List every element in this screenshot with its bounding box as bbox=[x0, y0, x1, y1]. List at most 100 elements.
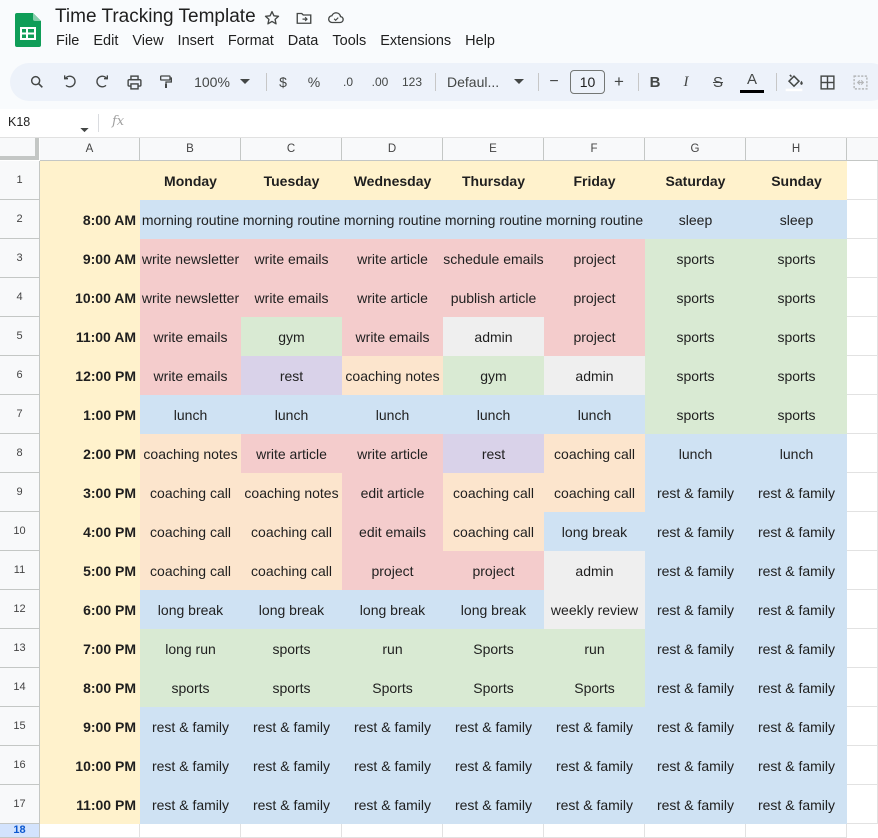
schedule-cell[interactable]: project bbox=[544, 317, 645, 356]
row-header-10[interactable]: 10 bbox=[0, 512, 40, 551]
row-header-6[interactable]: 6 bbox=[0, 356, 40, 395]
font-size-input[interactable]: 10 bbox=[570, 70, 605, 94]
schedule-cell[interactable]: write emails bbox=[241, 278, 342, 317]
menu-edit[interactable]: Edit bbox=[93, 33, 118, 49]
empty-cell[interactable] bbox=[847, 239, 878, 278]
schedule-cell[interactable]: morning routine bbox=[443, 200, 544, 239]
row-header-2[interactable]: 2 bbox=[0, 200, 40, 239]
empty-cell[interactable] bbox=[847, 512, 878, 551]
schedule-cell[interactable]: project bbox=[544, 278, 645, 317]
row-header-7[interactable]: 7 bbox=[0, 395, 40, 434]
schedule-cell[interactable]: schedule emails bbox=[443, 239, 544, 278]
undo-icon[interactable] bbox=[57, 63, 83, 101]
row-header-13[interactable]: 13 bbox=[0, 629, 40, 668]
column-header-b[interactable]: B bbox=[140, 138, 241, 161]
day-header-monday[interactable]: Monday bbox=[140, 161, 241, 200]
column-header-f[interactable]: F bbox=[544, 138, 645, 161]
schedule-cell[interactable]: rest & family bbox=[342, 746, 443, 785]
schedule-cell[interactable]: rest & family bbox=[746, 668, 847, 707]
redo-icon[interactable] bbox=[89, 63, 115, 101]
schedule-cell[interactable]: coaching notes bbox=[140, 434, 241, 473]
schedule-cell[interactable]: write emails bbox=[140, 356, 241, 395]
schedule-cell[interactable]: sports bbox=[645, 395, 746, 434]
schedule-cell[interactable]: sports bbox=[645, 278, 746, 317]
empty-cell[interactable] bbox=[241, 824, 342, 838]
schedule-cell[interactable]: long break bbox=[342, 590, 443, 629]
schedule-cell[interactable]: rest & family bbox=[746, 785, 847, 824]
schedule-cell[interactable]: Sports bbox=[443, 668, 544, 707]
formula-input[interactable] bbox=[140, 115, 860, 131]
time-cell[interactable]: 11:00 AM bbox=[40, 317, 140, 356]
strikethrough-button[interactable]: S bbox=[709, 63, 727, 101]
schedule-cell[interactable]: coaching notes bbox=[342, 356, 443, 395]
empty-cell[interactable] bbox=[847, 590, 878, 629]
time-cell[interactable]: 9:00 PM bbox=[40, 707, 140, 746]
schedule-cell[interactable]: lunch bbox=[140, 395, 241, 434]
schedule-cell[interactable]: sleep bbox=[645, 200, 746, 239]
schedule-cell[interactable]: rest & family bbox=[645, 551, 746, 590]
schedule-cell[interactable]: write article bbox=[342, 239, 443, 278]
schedule-cell[interactable]: write article bbox=[342, 278, 443, 317]
row-header-8[interactable]: 8 bbox=[0, 434, 40, 473]
row-header-11[interactable]: 11 bbox=[0, 551, 40, 590]
schedule-cell[interactable]: long break bbox=[443, 590, 544, 629]
schedule-cell[interactable]: rest & family bbox=[544, 785, 645, 824]
schedule-cell[interactable]: rest & family bbox=[746, 629, 847, 668]
schedule-cell[interactable]: write emails bbox=[140, 317, 241, 356]
schedule-cell[interactable]: rest & family bbox=[140, 746, 241, 785]
schedule-cell[interactable]: write emails bbox=[342, 317, 443, 356]
empty-cell[interactable] bbox=[847, 317, 878, 356]
menu-tools[interactable]: Tools bbox=[332, 33, 366, 49]
menu-insert[interactable]: Insert bbox=[178, 33, 214, 49]
row-header-15[interactable]: 15 bbox=[0, 707, 40, 746]
schedule-cell[interactable]: sports bbox=[746, 317, 847, 356]
cell-a1[interactable] bbox=[40, 161, 140, 200]
schedule-cell[interactable]: Sports bbox=[342, 668, 443, 707]
empty-cell[interactable] bbox=[847, 278, 878, 317]
schedule-cell[interactable]: write article bbox=[342, 434, 443, 473]
schedule-cell[interactable]: rest & family bbox=[645, 512, 746, 551]
schedule-cell[interactable]: lunch bbox=[443, 395, 544, 434]
schedule-cell[interactable]: admin bbox=[544, 356, 645, 395]
time-cell[interactable]: 3:00 PM bbox=[40, 473, 140, 512]
menu-format[interactable]: Format bbox=[228, 33, 274, 49]
schedule-cell[interactable]: rest & family bbox=[746, 746, 847, 785]
schedule-cell[interactable]: rest & family bbox=[645, 785, 746, 824]
schedule-cell[interactable]: project bbox=[544, 239, 645, 278]
name-box-dropdown-icon[interactable] bbox=[80, 120, 89, 138]
schedule-cell[interactable]: rest bbox=[443, 434, 544, 473]
sheets-logo-icon[interactable] bbox=[15, 13, 41, 47]
decrease-decimal-button[interactable]: .0 bbox=[335, 63, 361, 101]
schedule-cell[interactable]: rest bbox=[241, 356, 342, 395]
day-header-friday[interactable]: Friday bbox=[544, 161, 645, 200]
schedule-cell[interactable]: morning routine bbox=[544, 200, 645, 239]
schedule-cell[interactable]: edit emails bbox=[342, 512, 443, 551]
day-header-saturday[interactable]: Saturday bbox=[645, 161, 746, 200]
schedule-cell[interactable]: write article bbox=[241, 434, 342, 473]
empty-cell[interactable] bbox=[342, 824, 443, 838]
print-icon[interactable] bbox=[121, 63, 147, 101]
empty-cell[interactable] bbox=[544, 824, 645, 838]
schedule-cell[interactable]: rest & family bbox=[544, 746, 645, 785]
increase-decimal-button[interactable]: .00 bbox=[367, 63, 393, 101]
time-cell[interactable]: 2:00 PM bbox=[40, 434, 140, 473]
schedule-cell[interactable]: admin bbox=[443, 317, 544, 356]
schedule-cell[interactable]: sleep bbox=[746, 200, 847, 239]
schedule-cell[interactable]: rest & family bbox=[342, 707, 443, 746]
schedule-cell[interactable]: lunch bbox=[342, 395, 443, 434]
zoom-select[interactable]: 100% bbox=[188, 63, 236, 101]
empty-cell[interactable] bbox=[847, 200, 878, 239]
time-cell[interactable]: 12:00 PM bbox=[40, 356, 140, 395]
borders-icon[interactable] bbox=[815, 63, 839, 101]
empty-cell[interactable] bbox=[847, 473, 878, 512]
time-cell[interactable]: 8:00 AM bbox=[40, 200, 140, 239]
empty-cell[interactable] bbox=[847, 707, 878, 746]
star-icon[interactable] bbox=[262, 8, 282, 28]
menu-help[interactable]: Help bbox=[465, 33, 495, 49]
row-header-18[interactable]: 18 bbox=[0, 824, 40, 838]
schedule-cell[interactable]: lunch bbox=[746, 434, 847, 473]
time-cell[interactable]: 6:00 PM bbox=[40, 590, 140, 629]
empty-cell[interactable] bbox=[40, 824, 140, 838]
row-header-17[interactable]: 17 bbox=[0, 785, 40, 824]
schedule-cell[interactable]: rest & family bbox=[645, 629, 746, 668]
